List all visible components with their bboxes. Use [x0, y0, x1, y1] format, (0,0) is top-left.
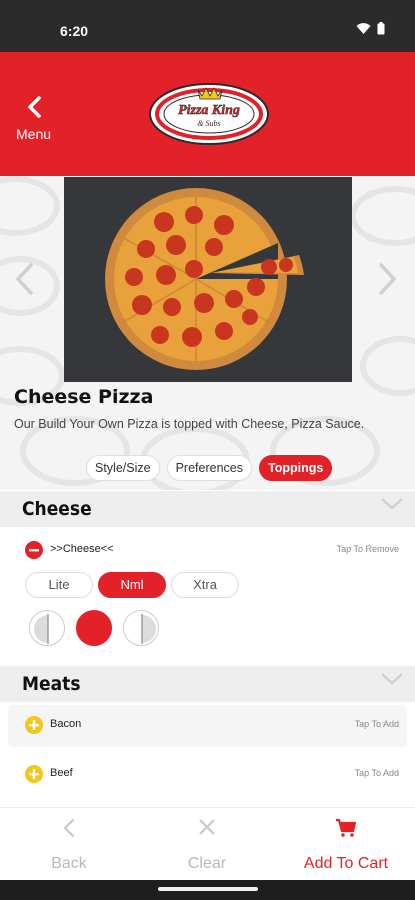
amount-extra-button[interactable]: Xtra [171, 572, 239, 598]
left-half-coverage-icon[interactable] [29, 610, 65, 646]
cart-icon [277, 818, 415, 840]
menu-back-label: Menu [16, 126, 52, 142]
cheese-amount-options: Lite Nml Xtra [25, 572, 239, 598]
remove-icon[interactable] [25, 541, 43, 559]
chevron-left-icon [16, 96, 51, 120]
cheese-item-name: >>Cheese<< [50, 543, 114, 555]
meats-section-title: Meats [22, 673, 81, 695]
product-description: Our Build Your Own Pizza is topped with … [14, 417, 365, 431]
amount-normal-button[interactable]: Nml [98, 572, 166, 598]
cheese-item-row[interactable]: >>Cheese<< Tap To Remove [0, 530, 415, 570]
tab-toppings[interactable]: Toppings [259, 455, 333, 481]
whole-coverage-icon[interactable] [76, 610, 112, 646]
tab-preferences[interactable]: Preferences [166, 455, 252, 481]
tab-style-size[interactable]: Style/Size [86, 455, 160, 481]
cheese-section-header[interactable]: Cheese [0, 491, 415, 527]
cheese-coverage-options [29, 610, 159, 646]
tap-to-add-hint: Tap To Add [354, 768, 399, 778]
meat-item-beef[interactable]: Beef Tap To Add [0, 754, 415, 794]
meats-section-header[interactable]: Meats [0, 666, 415, 702]
pizza-photo [64, 177, 352, 382]
add-icon[interactable] [25, 716, 43, 734]
option-tabs: Style/Size Preferences Toppings [86, 455, 333, 481]
svg-text:Pizza King: Pizza King [178, 103, 240, 118]
meat-item-name: Beef [50, 767, 73, 779]
status-icons [356, 22, 385, 35]
svg-text:& Subs: & Subs [197, 119, 220, 128]
meat-item-bacon[interactable]: Bacon Tap To Add [8, 705, 407, 747]
add-to-cart-button[interactable]: Add To Cart [277, 808, 415, 881]
system-navigation-bar [0, 880, 415, 900]
tap-to-add-hint: Tap To Add [354, 719, 399, 729]
clear-button[interactable]: Clear [138, 808, 276, 881]
status-time: 6:20 [60, 23, 89, 39]
chevron-down-icon [381, 497, 403, 516]
status-bar: 6:20 [0, 0, 415, 52]
back-label: Back [51, 855, 87, 872]
amount-lite-button[interactable]: Lite [25, 572, 93, 598]
tap-to-remove-hint: Tap To Remove [336, 544, 399, 554]
menu-back-button[interactable]: Menu [16, 96, 51, 142]
pizza-king-logo: Pizza King & Subs [148, 82, 270, 146]
wifi-icon [356, 22, 371, 34]
home-indicator[interactable] [158, 887, 258, 891]
close-icon [138, 818, 276, 840]
meat-item-name: Bacon [50, 718, 82, 730]
chevron-left-icon [0, 818, 138, 840]
clear-label: Clear [187, 855, 227, 872]
app-header: Menu Pizza King & Subs [0, 52, 415, 176]
carousel-next-arrow[interactable] [378, 262, 398, 305]
bottom-action-bar: Back Clear Add To Cart [0, 807, 415, 880]
chevron-down-icon [381, 672, 403, 691]
add-to-cart-label: Add To Cart [303, 855, 389, 872]
product-title: Cheese Pizza [14, 386, 154, 408]
cheese-section-title: Cheese [22, 498, 92, 520]
battery-icon [377, 22, 385, 35]
add-icon[interactable] [25, 765, 43, 783]
carousel-prev-arrow[interactable] [14, 262, 34, 305]
back-button[interactable]: Back [0, 808, 138, 881]
right-half-coverage-icon[interactable] [123, 610, 159, 646]
